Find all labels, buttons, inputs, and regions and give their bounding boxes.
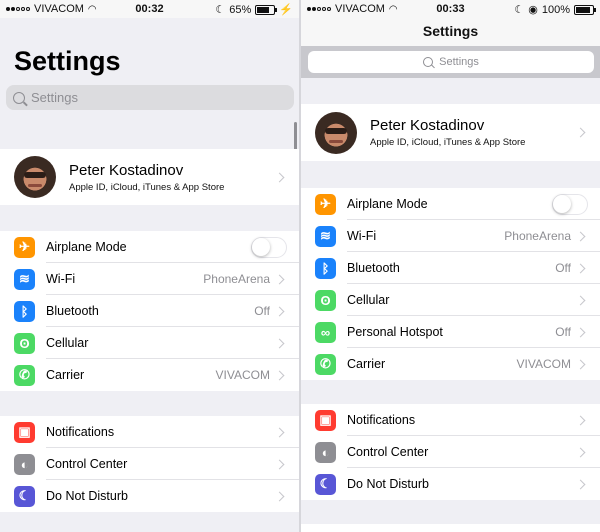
avatar <box>315 111 357 154</box>
search-icon <box>13 91 25 104</box>
row-notifications[interactable]: ▣ Notifications <box>0 416 299 448</box>
notifications-icon: ▣ <box>14 421 35 443</box>
row-notifications[interactable]: ▣ Notifications <box>301 404 600 436</box>
bluetooth-value: Off <box>254 304 270 318</box>
phone-icon: ✆ <box>14 364 35 386</box>
search-input[interactable]: Settings <box>308 51 594 73</box>
status-bar: VIVACOM ◠ 00:33 ☾ ◉ 100% <box>301 0 600 18</box>
profile-row[interactable]: Peter Kostadinov Apple ID, iCloud, iTune… <box>0 149 299 205</box>
wifi-value: PhoneArena <box>203 272 270 286</box>
chevron-right-icon <box>274 306 285 316</box>
chevron-right-icon <box>274 491 285 501</box>
chevron-right-icon <box>575 359 586 369</box>
profile-row[interactable]: Peter Kostadinov Apple ID, iCloud, iTune… <box>301 104 600 161</box>
comparison-screenshot: VIVACOM ◠ 00:32 ☾ 65% ⚡ Settings Setting… <box>0 0 600 532</box>
row-cellular[interactable]: ʘ Cellular <box>0 327 299 359</box>
bluetooth-icon: ᛒ <box>14 300 35 322</box>
chevron-right-icon <box>575 295 586 305</box>
battery-icon <box>574 4 596 15</box>
control-center-icon: ◐ <box>315 441 336 463</box>
charging-icon: ⚡ <box>279 4 293 16</box>
carrier-value: VIVACOM <box>516 357 571 371</box>
moon-icon: ☾ <box>315 473 336 495</box>
row-do-not-disturb[interactable]: ☾ Do Not Disturb <box>0 480 299 512</box>
bluetooth-icon: ᛒ <box>315 257 336 279</box>
chevron-right-icon <box>575 479 586 489</box>
row-wifi[interactable]: ≋ Wi-Fi PhoneArena <box>0 263 299 295</box>
cellular-icon: ʘ <box>14 332 35 354</box>
rotation-lock-icon: ◉ <box>528 4 538 16</box>
search-placeholder: Settings <box>31 90 78 105</box>
cellular-icon: ʘ <box>315 289 336 311</box>
moon-status-icon: ☾ <box>215 4 226 16</box>
profile-name: Peter Kostadinov <box>69 161 184 179</box>
system-group: ▣ Notifications ◐ Control Center ☾ Do No… <box>0 416 299 512</box>
search-icon <box>423 57 434 67</box>
row-bluetooth[interactable]: ᛒ Bluetooth Off <box>301 252 600 284</box>
bluetooth-value: Off <box>555 261 571 275</box>
moon-status-icon: ☾ <box>514 4 525 16</box>
chevron-right-icon <box>575 231 586 241</box>
search-input[interactable]: Settings <box>6 85 294 110</box>
wifi-icon: ≋ <box>14 268 35 290</box>
row-wifi[interactable]: ≋ Wi-Fi PhoneArena <box>301 220 600 252</box>
connectivity-group: ✈ Airplane Mode ≋ Wi-Fi PhoneArena ᛒ Blu… <box>0 231 299 391</box>
control-center-icon: ◐ <box>14 453 35 475</box>
avatar <box>14 156 56 198</box>
connectivity-group: ✈ Airplane Mode ≋ Wi-Fi PhoneArena ᛒ Blu… <box>301 188 600 380</box>
row-personal-hotspot[interactable]: ∞ Personal Hotspot Off <box>301 316 600 348</box>
chevron-right-icon <box>274 274 285 284</box>
wifi-value: PhoneArena <box>504 229 571 243</box>
chevron-right-icon <box>274 459 285 469</box>
profile-subtitle: Apple ID, iCloud, iTunes & App Store <box>69 181 225 193</box>
right-settings-screen: VIVACOM ◠ 00:33 ☾ ◉ 100% Settings Settin… <box>301 0 600 532</box>
status-bar: VIVACOM ◠ 00:32 ☾ 65% ⚡ <box>0 0 299 18</box>
hotspot-value: Off <box>555 325 571 339</box>
row-bluetooth[interactable]: ᛒ Bluetooth Off <box>0 295 299 327</box>
moon-icon: ☾ <box>14 485 35 507</box>
phone-icon: ✆ <box>315 353 336 375</box>
battery-icon <box>255 4 278 15</box>
chevron-right-icon <box>274 427 285 437</box>
battery-percent: 65% <box>229 3 252 16</box>
row-carrier[interactable]: ✆ Carrier VIVACOM <box>0 359 299 391</box>
system-group: ▣ Notifications ◐ Control Center ☾ Do No… <box>301 404 600 500</box>
wifi-icon: ≋ <box>315 225 336 247</box>
profile-subtitle: Apple ID, iCloud, iTunes & App Store <box>370 137 526 148</box>
notifications-icon: ▣ <box>315 409 336 431</box>
chevron-right-icon <box>575 127 586 138</box>
row-do-not-disturb[interactable]: ☾ Do Not Disturb <box>301 468 600 500</box>
carrier-value: VIVACOM <box>215 368 270 382</box>
row-carrier[interactable]: ✆ Carrier VIVACOM <box>301 348 600 380</box>
chevron-right-icon <box>274 338 285 348</box>
airplane-mode-toggle[interactable] <box>552 193 588 215</box>
battery-percent: 100% <box>541 3 570 16</box>
row-control-center[interactable]: ◐ Control Center <box>301 436 600 468</box>
page-title: Settings <box>422 23 479 39</box>
airplane-mode-toggle[interactable] <box>251 236 287 258</box>
row-airplane-mode[interactable]: ✈ Airplane Mode <box>0 231 299 263</box>
chevron-right-icon <box>575 263 586 273</box>
row-control-center[interactable]: ◐ Control Center <box>0 448 299 480</box>
page-title: Settings <box>14 46 121 76</box>
chevron-right-icon <box>575 327 586 337</box>
airplane-icon: ✈ <box>14 236 35 258</box>
next-group-peek <box>301 524 600 532</box>
search-placeholder: Settings <box>439 56 479 68</box>
airplane-icon: ✈ <box>315 193 336 215</box>
profile-name: Peter Kostadinov <box>370 117 485 134</box>
left-settings-screen: VIVACOM ◠ 00:32 ☾ 65% ⚡ Settings Setting… <box>0 0 299 532</box>
chevron-right-icon <box>575 447 586 457</box>
nav-bar: Settings <box>301 18 600 46</box>
chevron-right-icon <box>274 370 285 380</box>
hotspot-icon: ∞ <box>315 321 336 343</box>
row-cellular[interactable]: ʘ Cellular <box>301 284 600 316</box>
row-airplane-mode[interactable]: ✈ Airplane Mode <box>301 188 600 220</box>
chevron-right-icon <box>575 415 586 425</box>
chevron-right-icon <box>274 172 285 182</box>
